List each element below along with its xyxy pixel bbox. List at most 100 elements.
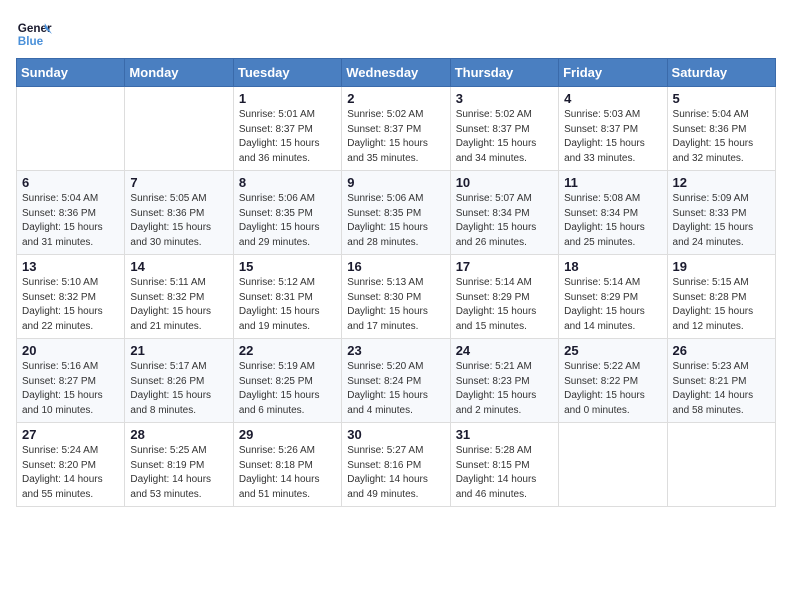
calendar-cell: 19 Sunrise: 5:15 AM Sunset: 8:28 PM Dayli…: [667, 255, 775, 339]
day-number: 12: [673, 175, 770, 190]
calendar-cell: [125, 87, 233, 171]
day-number: 7: [130, 175, 227, 190]
day-number: 2: [347, 91, 444, 106]
day-number: 30: [347, 427, 444, 442]
day-info: Sunrise: 5:13 AM Sunset: 8:30 PM Dayligh…: [347, 276, 444, 334]
day-info: Sunrise: 5:04 AM Sunset: 8:36 PM Dayligh…: [22, 192, 119, 250]
day-info: Sunrise: 5:04 AM Sunset: 8:36 PM Dayligh…: [673, 108, 770, 166]
day-info: Sunrise: 5:01 AM Sunset: 8:37 PM Dayligh…: [239, 108, 336, 166]
day-number: 6: [22, 175, 119, 190]
logo: General Blue: [16, 16, 52, 52]
calendar-cell: 3 Sunrise: 5:02 AM Sunset: 8:37 PM Daylig…: [450, 87, 558, 171]
calendar-cell: 4 Sunrise: 5:03 AM Sunset: 8:37 PM Daylig…: [559, 87, 667, 171]
day-number: 16: [347, 259, 444, 274]
day-number: 22: [239, 343, 336, 358]
calendar-cell: 22 Sunrise: 5:19 AM Sunset: 8:25 PM Dayli…: [233, 339, 341, 423]
day-info: Sunrise: 5:12 AM Sunset: 8:31 PM Dayligh…: [239, 276, 336, 334]
day-header-wednesday: Wednesday: [342, 59, 450, 87]
day-info: Sunrise: 5:14 AM Sunset: 8:29 PM Dayligh…: [456, 276, 553, 334]
calendar-cell: 23 Sunrise: 5:20 AM Sunset: 8:24 PM Dayli…: [342, 339, 450, 423]
day-header-sunday: Sunday: [17, 59, 125, 87]
calendar-cell: 13 Sunrise: 5:10 AM Sunset: 8:32 PM Dayli…: [17, 255, 125, 339]
day-number: 28: [130, 427, 227, 442]
day-info: Sunrise: 5:15 AM Sunset: 8:28 PM Dayligh…: [673, 276, 770, 334]
day-info: Sunrise: 5:20 AM Sunset: 8:24 PM Dayligh…: [347, 360, 444, 418]
day-number: 26: [673, 343, 770, 358]
day-number: 8: [239, 175, 336, 190]
calendar-cell: 16 Sunrise: 5:13 AM Sunset: 8:30 PM Dayli…: [342, 255, 450, 339]
calendar-cell: 11 Sunrise: 5:08 AM Sunset: 8:34 PM Dayli…: [559, 171, 667, 255]
day-number: 14: [130, 259, 227, 274]
calendar-cell: 17 Sunrise: 5:14 AM Sunset: 8:29 PM Dayli…: [450, 255, 558, 339]
day-info: Sunrise: 5:17 AM Sunset: 8:26 PM Dayligh…: [130, 360, 227, 418]
calendar-cell: 12 Sunrise: 5:09 AM Sunset: 8:33 PM Dayli…: [667, 171, 775, 255]
day-info: Sunrise: 5:23 AM Sunset: 8:21 PM Dayligh…: [673, 360, 770, 418]
calendar-cell: 27Sunrise: 5:24 AM Sunset: 8:20 PM Dayli…: [17, 423, 125, 507]
day-info: Sunrise: 5:02 AM Sunset: 8:37 PM Dayligh…: [456, 108, 553, 166]
calendar-table: SundayMondayTuesdayWednesdayThursdayFrid…: [16, 58, 776, 507]
day-info: Sunrise: 5:19 AM Sunset: 8:25 PM Dayligh…: [239, 360, 336, 418]
calendar-cell: 5 Sunrise: 5:04 AM Sunset: 8:36 PM Daylig…: [667, 87, 775, 171]
day-info: Sunrise: 5:02 AM Sunset: 8:37 PM Dayligh…: [347, 108, 444, 166]
day-number: 20: [22, 343, 119, 358]
day-info: Sunrise: 5:22 AM Sunset: 8:22 PM Dayligh…: [564, 360, 661, 418]
calendar-cell: 28 Sunrise: 5:25 AM Sunset: 8:19 PM Dayli…: [125, 423, 233, 507]
day-info: Sunrise: 5:25 AM Sunset: 8:19 PM Dayligh…: [130, 444, 227, 502]
calendar-cell: 25Sunrise: 5:22 AM Sunset: 8:22 PM Dayli…: [559, 339, 667, 423]
calendar-week-row: 27Sunrise: 5:24 AM Sunset: 8:20 PM Dayli…: [17, 423, 776, 507]
day-header-saturday: Saturday: [667, 59, 775, 87]
day-number: 3: [456, 91, 553, 106]
calendar-cell: 31Sunrise: 5:28 AM Sunset: 8:15 PM Dayli…: [450, 423, 558, 507]
day-header-tuesday: Tuesday: [233, 59, 341, 87]
day-header-monday: Monday: [125, 59, 233, 87]
day-info: Sunrise: 5:03 AM Sunset: 8:37 PM Dayligh…: [564, 108, 661, 166]
calendar-cell: 7 Sunrise: 5:05 AM Sunset: 8:36 PM Daylig…: [125, 171, 233, 255]
day-number: 1: [239, 91, 336, 106]
calendar-week-row: 6 Sunrise: 5:04 AM Sunset: 8:36 PM Daylig…: [17, 171, 776, 255]
day-number: 10: [456, 175, 553, 190]
day-number: 13: [22, 259, 119, 274]
day-number: 9: [347, 175, 444, 190]
calendar-cell: 24Sunrise: 5:21 AM Sunset: 8:23 PM Dayli…: [450, 339, 558, 423]
day-number: 4: [564, 91, 661, 106]
day-info: Sunrise: 5:08 AM Sunset: 8:34 PM Dayligh…: [564, 192, 661, 250]
calendar-cell: 9 Sunrise: 5:06 AM Sunset: 8:35 PM Daylig…: [342, 171, 450, 255]
day-info: Sunrise: 5:16 AM Sunset: 8:27 PM Dayligh…: [22, 360, 119, 418]
day-number: 18: [564, 259, 661, 274]
day-number: 29: [239, 427, 336, 442]
calendar-header-row: SundayMondayTuesdayWednesdayThursdayFrid…: [17, 59, 776, 87]
day-info: Sunrise: 5:07 AM Sunset: 8:34 PM Dayligh…: [456, 192, 553, 250]
day-number: 21: [130, 343, 227, 358]
day-info: Sunrise: 5:11 AM Sunset: 8:32 PM Dayligh…: [130, 276, 227, 334]
calendar-cell: 21 Sunrise: 5:17 AM Sunset: 8:26 PM Dayli…: [125, 339, 233, 423]
calendar-cell: 8Sunrise: 5:06 AM Sunset: 8:35 PM Daylig…: [233, 171, 341, 255]
calendar-cell: 10 Sunrise: 5:07 AM Sunset: 8:34 PM Dayli…: [450, 171, 558, 255]
day-number: 23: [347, 343, 444, 358]
calendar-cell: [667, 423, 775, 507]
calendar-week-row: 20 Sunrise: 5:16 AM Sunset: 8:27 PM Dayli…: [17, 339, 776, 423]
calendar-week-row: 13 Sunrise: 5:10 AM Sunset: 8:32 PM Dayli…: [17, 255, 776, 339]
day-number: 27: [22, 427, 119, 442]
day-info: Sunrise: 5:06 AM Sunset: 8:35 PM Dayligh…: [347, 192, 444, 250]
day-info: Sunrise: 5:09 AM Sunset: 8:33 PM Dayligh…: [673, 192, 770, 250]
day-header-friday: Friday: [559, 59, 667, 87]
calendar-cell: 29Sunrise: 5:26 AM Sunset: 8:18 PM Dayli…: [233, 423, 341, 507]
calendar-cell: 6 Sunrise: 5:04 AM Sunset: 8:36 PM Daylig…: [17, 171, 125, 255]
day-number: 17: [456, 259, 553, 274]
day-number: 5: [673, 91, 770, 106]
calendar-week-row: 1 Sunrise: 5:01 AM Sunset: 8:37 PM Daylig…: [17, 87, 776, 171]
day-number: 24: [456, 343, 553, 358]
logo-icon: General Blue: [16, 16, 52, 52]
day-info: Sunrise: 5:27 AM Sunset: 8:16 PM Dayligh…: [347, 444, 444, 502]
calendar-cell: 30 Sunrise: 5:27 AM Sunset: 8:16 PM Dayli…: [342, 423, 450, 507]
calendar-cell: 14 Sunrise: 5:11 AM Sunset: 8:32 PM Dayli…: [125, 255, 233, 339]
calendar-cell: 2 Sunrise: 5:02 AM Sunset: 8:37 PM Daylig…: [342, 87, 450, 171]
day-number: 15: [239, 259, 336, 274]
svg-text:Blue: Blue: [18, 35, 44, 48]
day-info: Sunrise: 5:05 AM Sunset: 8:36 PM Dayligh…: [130, 192, 227, 250]
day-info: Sunrise: 5:10 AM Sunset: 8:32 PM Dayligh…: [22, 276, 119, 334]
day-info: Sunrise: 5:28 AM Sunset: 8:15 PM Dayligh…: [456, 444, 553, 502]
day-number: 11: [564, 175, 661, 190]
calendar-cell: 18Sunrise: 5:14 AM Sunset: 8:29 PM Dayli…: [559, 255, 667, 339]
day-number: 19: [673, 259, 770, 274]
